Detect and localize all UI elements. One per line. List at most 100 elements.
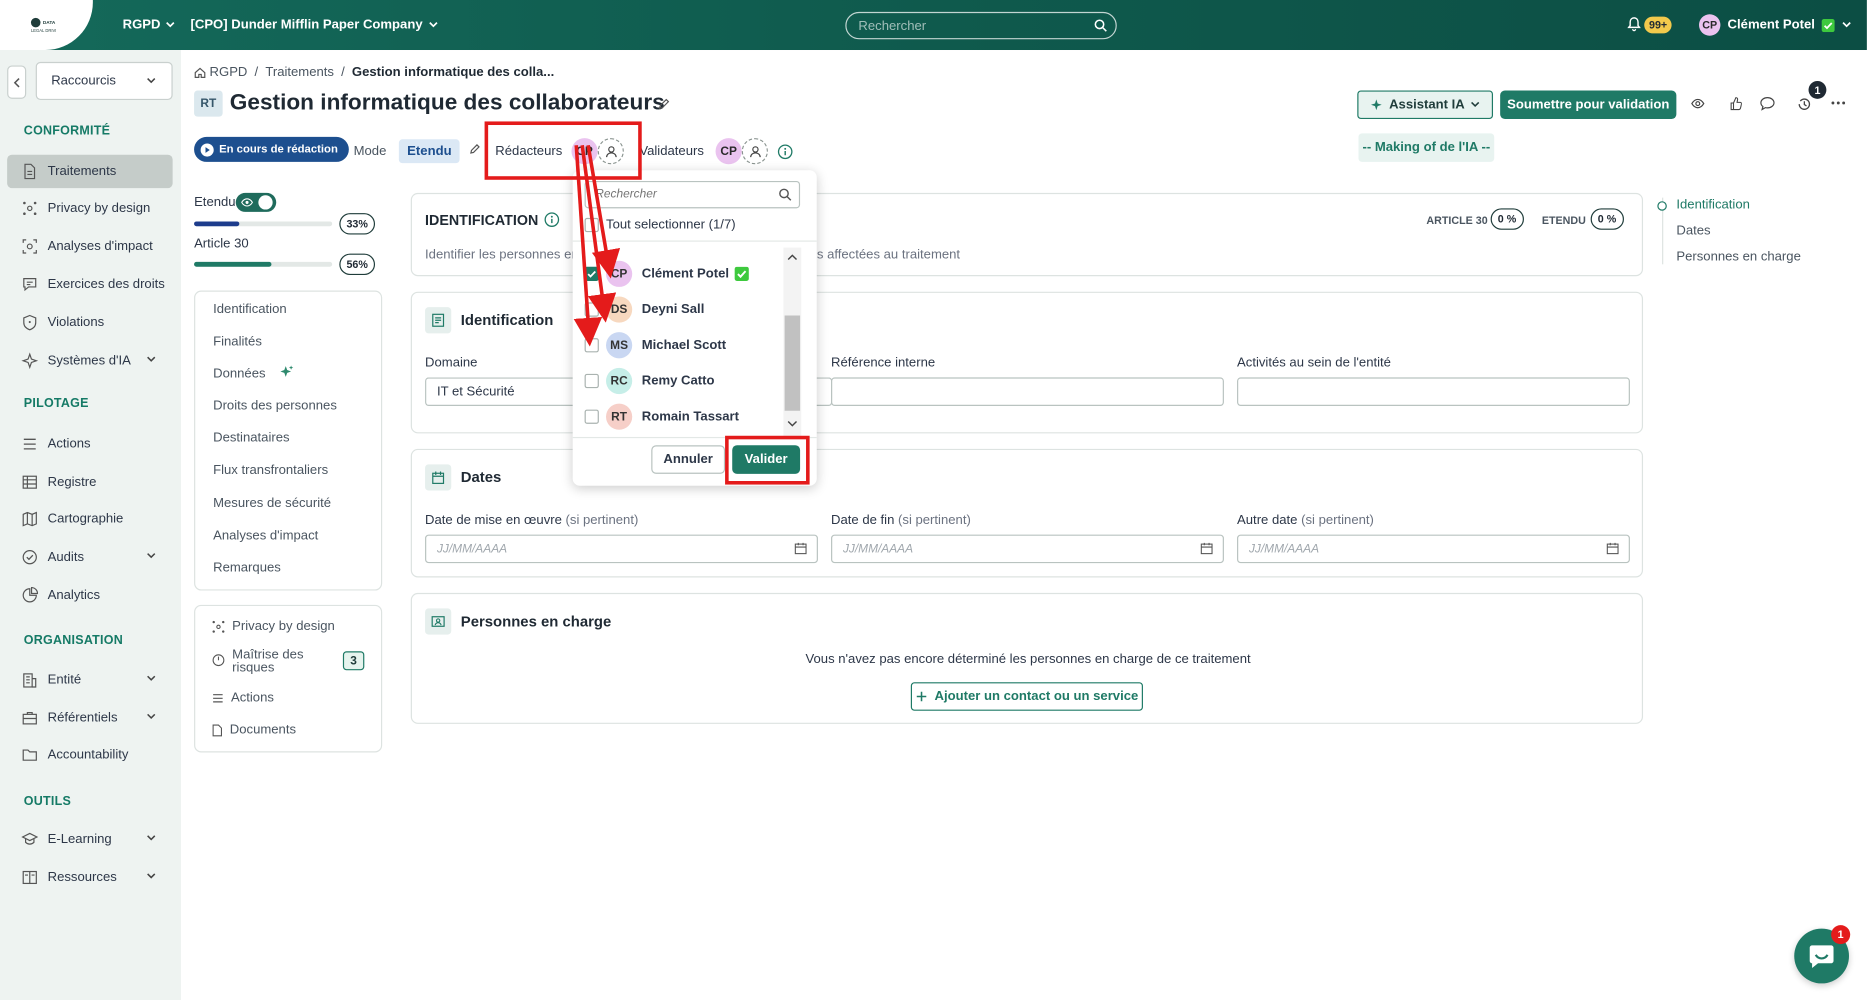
dropdown-search-input[interactable] bbox=[585, 182, 765, 208]
sidebar-item-actions[interactable]: Actions bbox=[7, 427, 172, 460]
chevron-down-icon bbox=[1471, 101, 1480, 108]
info-icon[interactable] bbox=[777, 144, 793, 160]
breadcrumb-traitements[interactable]: Traitements bbox=[265, 65, 334, 79]
etendu-toggle[interactable] bbox=[235, 192, 277, 212]
calendar-icon[interactable] bbox=[1200, 542, 1213, 555]
like-icon[interactable] bbox=[1730, 96, 1742, 111]
comment-icon[interactable] bbox=[1760, 96, 1775, 111]
dropdown-search[interactable] bbox=[584, 180, 801, 209]
user-checkbox[interactable] bbox=[584, 266, 599, 281]
calendar-icon[interactable] bbox=[1606, 542, 1619, 555]
scrollbar-thumb[interactable] bbox=[784, 315, 801, 411]
chevron-down-icon[interactable] bbox=[146, 713, 156, 720]
section-nav-link[interactable]: Flux transfrontaliers bbox=[213, 463, 328, 477]
user-option[interactable]: RT Romain Tassart bbox=[584, 400, 787, 433]
app-logo[interactable]: DATA LEGAL DRIVE bbox=[30, 17, 56, 34]
user-checkbox[interactable] bbox=[584, 409, 599, 424]
add-contact-button[interactable]: Ajouter un contact ou un service bbox=[910, 682, 1143, 711]
shortcuts-select[interactable]: Raccourcis bbox=[35, 61, 173, 101]
sidebar-item-audits[interactable]: Audits bbox=[7, 541, 172, 574]
date-input[interactable]: JJ/MM/AAAA bbox=[831, 534, 1224, 564]
reference-input[interactable] bbox=[831, 377, 1224, 406]
sidebar-item-exercices-des-droits[interactable]: Exercices des droits bbox=[7, 268, 172, 301]
user-option-name: Romain Tassart bbox=[641, 409, 740, 424]
edit-mode-icon[interactable] bbox=[469, 143, 481, 155]
submit-validation-button[interactable]: Soumettre pour validation bbox=[1500, 90, 1677, 120]
sidebar-item-privacy-by-design[interactable]: Privacy by design bbox=[7, 192, 172, 225]
chevron-down-icon[interactable] bbox=[146, 835, 156, 842]
sidebar-item-analyses-d-impact[interactable]: Analyses d'impact bbox=[7, 230, 172, 263]
cancel-button[interactable]: Annuler bbox=[651, 445, 726, 474]
sidebar-item-label: Systèmes d'IA bbox=[47, 353, 131, 368]
more-icon[interactable] bbox=[1831, 101, 1846, 105]
user-option[interactable]: DS Deyni Sall bbox=[584, 293, 787, 326]
user-option[interactable]: MS Michael Scott bbox=[584, 329, 787, 362]
history-icon[interactable] bbox=[1797, 96, 1812, 111]
sidebar-item-accountability[interactable]: Accountability bbox=[7, 738, 172, 771]
add-validateur-button[interactable] bbox=[741, 138, 768, 165]
calendar-icon[interactable] bbox=[794, 542, 807, 555]
info-icon[interactable] bbox=[544, 212, 560, 227]
chevron-down-icon[interactable] bbox=[146, 552, 156, 559]
date-input[interactable]: JJ/MM/AAAA bbox=[425, 534, 818, 564]
section-nav-link[interactable]: Remarques bbox=[213, 561, 281, 575]
plus-icon bbox=[916, 691, 927, 702]
sidebar-item-syst-mes-d-ia[interactable]: Systèmes d'IA bbox=[7, 344, 172, 377]
select-all-row[interactable]: Tout selectionner (1/7) bbox=[584, 217, 736, 233]
module-selector[interactable]: RGPD bbox=[123, 18, 175, 32]
risk-mastery-link[interactable]: Maîtrise des risques bbox=[212, 648, 304, 675]
collapse-sidebar-button[interactable] bbox=[7, 65, 27, 99]
privacy-by-design-link[interactable]: Privacy by design bbox=[212, 619, 335, 633]
section-nav-link[interactable]: Analyses d'impact bbox=[213, 529, 318, 543]
breadcrumb-root[interactable]: RGPD bbox=[210, 65, 248, 79]
shield-icon bbox=[23, 314, 37, 331]
chevron-down-icon[interactable] bbox=[146, 873, 156, 880]
sidebar-item-registre[interactable]: Registre bbox=[7, 466, 172, 499]
dropdown-scrollbar[interactable] bbox=[783, 247, 802, 439]
sidebar-item-ressources[interactable]: Ressources bbox=[7, 861, 172, 894]
eye-icon[interactable] bbox=[1691, 98, 1705, 110]
user-checkbox[interactable] bbox=[584, 302, 599, 317]
right-nav-link[interactable]: Dates bbox=[1676, 224, 1710, 238]
section-nav-link[interactable]: Mesures de sécurité bbox=[213, 496, 331, 510]
section-nav-link[interactable]: Données bbox=[213, 367, 265, 381]
chevron-down-icon[interactable] bbox=[787, 420, 798, 427]
actions-link[interactable]: Actions bbox=[212, 691, 274, 705]
sidebar-item-e-learning[interactable]: E-Learning bbox=[7, 823, 172, 856]
section-nav-link[interactable]: Destinataires bbox=[213, 431, 289, 445]
section-nav-link[interactable]: Droits des personnes bbox=[213, 399, 337, 413]
date-input[interactable]: JJ/MM/AAAA bbox=[1237, 534, 1630, 564]
chevron-up-icon[interactable] bbox=[787, 254, 798, 261]
search-icon[interactable] bbox=[1094, 19, 1107, 32]
bell-icon[interactable] bbox=[1627, 17, 1641, 32]
search-input[interactable] bbox=[846, 13, 1085, 40]
making-of-ia-button[interactable]: -- Making of de l'IA -- bbox=[1358, 133, 1495, 162]
sidebar-item-analytics[interactable]: Analytics bbox=[7, 579, 172, 612]
user-checkbox[interactable] bbox=[584, 338, 599, 353]
section-nav-link[interactable]: Finalités bbox=[213, 335, 262, 349]
chevron-down-icon[interactable] bbox=[146, 675, 156, 682]
company-selector[interactable]: [CPO] Dunder Mifflin Paper Company bbox=[190, 18, 438, 32]
chevron-down-icon[interactable] bbox=[146, 356, 156, 363]
assistant-ia-button[interactable]: Assistant IA bbox=[1357, 90, 1494, 120]
section-nav-link[interactable]: Identification bbox=[213, 302, 287, 316]
user-option[interactable]: CP Clément Potel bbox=[584, 257, 787, 290]
user-checkbox[interactable] bbox=[584, 373, 599, 389]
documents-link[interactable]: Documents bbox=[212, 723, 296, 737]
sidebar-item-cartographie[interactable]: Cartographie bbox=[7, 502, 172, 535]
select-all-checkbox[interactable] bbox=[584, 217, 599, 233]
sidebar-item-violations[interactable]: Violations bbox=[7, 306, 172, 339]
domaine-input[interactable]: IT et Sécurité bbox=[425, 377, 582, 406]
sidebar-item-entit[interactable]: Entité bbox=[7, 663, 172, 696]
validateur-avatar[interactable]: CP bbox=[715, 138, 742, 165]
right-nav-link[interactable]: Personnes en charge bbox=[1676, 250, 1801, 264]
sidebar-item-r-f-rentiels[interactable]: Référentiels bbox=[7, 701, 172, 734]
user-menu[interactable]: CP Clément Potel bbox=[1698, 14, 1852, 36]
global-search[interactable] bbox=[845, 11, 1117, 40]
right-nav-link[interactable]: Identification bbox=[1676, 198, 1750, 212]
mode-value[interactable]: Etendu bbox=[398, 139, 460, 164]
activites-input[interactable] bbox=[1237, 377, 1630, 406]
edit-icon[interactable] bbox=[657, 98, 670, 111]
user-option[interactable]: RC Remy Catto bbox=[584, 364, 787, 397]
sidebar-item-traitements[interactable]: Traitements bbox=[7, 154, 173, 189]
